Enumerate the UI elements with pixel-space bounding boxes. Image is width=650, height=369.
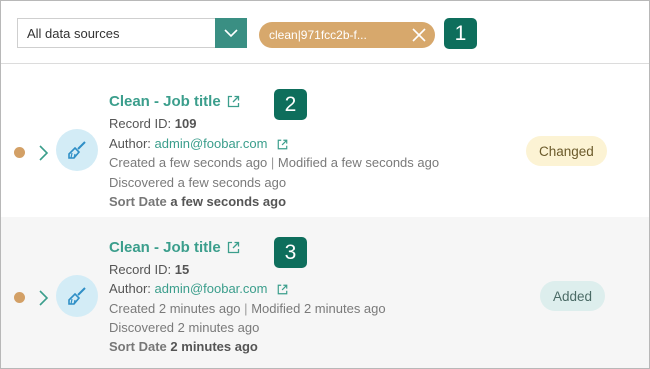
author-line: Author: admin@foobar.com [109,136,288,151]
callout-badge-3: 3 [274,237,307,268]
divider: | [270,155,275,170]
sort-date-label: Sort Date [109,194,167,209]
close-icon[interactable] [411,27,427,43]
sort-date-value: 2 minutes ago [170,339,258,354]
status-dot [14,292,25,303]
dropdown-button[interactable] [215,18,247,48]
modified-value: 2 minutes ago [303,301,386,316]
filter-chip[interactable]: clean|971fcc2b-f... [259,22,435,48]
external-link-icon[interactable] [277,284,288,295]
record-id-value: 109 [174,116,197,131]
timestamps-line: Created 2 minutes ago | Modified 2 minut… [109,301,386,316]
brush-icon [68,141,86,159]
window: All data sources clean|971fcc2b-f... 1 C… [0,0,650,369]
discovered-line: Discovered 2 minutes ago [109,320,259,335]
discovered-value: 2 minutes ago [177,320,260,335]
modified-value: a few seconds ago [330,155,440,170]
record-row: Clean - Job title 2 Record ID: 109 Autho… [1,64,649,217]
timestamps-line: Created a few seconds ago | Modified a f… [109,155,439,170]
created-label: Created [109,301,156,316]
divider: | [244,301,248,316]
sort-date-line: Sort Date a few seconds ago [109,194,286,209]
author-link[interactable]: admin@foobar.com [155,136,268,151]
record-row: Clean - Job title 3 Record ID: 15 Author… [1,217,649,368]
discovered-value: a few seconds ago [177,175,287,190]
filter-chip-label: clean|971fcc2b-f... [269,28,367,42]
external-link-icon[interactable] [227,241,240,254]
callout-badge-1: 1 [444,18,477,49]
record-type-avatar [56,129,98,171]
discovered-line: Discovered a few seconds ago [109,175,286,190]
chevron-right-icon[interactable] [36,289,50,307]
chevron-right-icon[interactable] [36,144,50,162]
data-source-select-value: All data sources [27,26,120,41]
modified-label: Modified [251,301,301,316]
chevron-down-icon [224,28,238,37]
record-title-link[interactable]: Clean - Job title [109,93,240,110]
status-badge: Changed [526,136,607,166]
author-line: Author: admin@foobar.com [109,281,288,296]
discovered-label: Discovered [109,320,175,335]
data-source-select[interactable]: All data sources [17,18,247,48]
created-label: Created [109,155,156,170]
created-value: 2 minutes ago [158,301,241,316]
status-badge: Added [540,281,606,311]
record-id-label: Record ID: [109,262,172,277]
record-title: Clean - Job title [109,93,221,110]
record-title-link[interactable]: Clean - Job title [109,239,240,256]
discovered-label: Discovered [109,175,175,190]
record-id-label: Record ID: [109,116,172,131]
author-label: Author: [109,136,151,151]
created-value: a few seconds ago [158,155,268,170]
status-dot [14,147,25,158]
external-link-icon[interactable] [277,139,288,150]
record-id-line: Record ID: 15 [109,262,189,277]
external-link-icon[interactable] [227,95,240,108]
sort-date-line: Sort Date 2 minutes ago [109,339,258,354]
record-id-value: 15 [174,262,190,277]
sort-date-label: Sort Date [109,339,167,354]
record-type-avatar [56,275,98,317]
author-link[interactable]: admin@foobar.com [155,281,268,296]
author-label: Author: [109,281,151,296]
record-id-line: Record ID: 109 [109,116,196,131]
record-title: Clean - Job title [109,239,221,256]
callout-badge-2: 2 [274,89,307,120]
modified-label: Modified [277,155,328,170]
filter-toolbar: All data sources clean|971fcc2b-f... 1 [1,1,649,64]
sort-date-value: a few seconds ago [170,194,287,209]
brush-icon [68,287,86,305]
